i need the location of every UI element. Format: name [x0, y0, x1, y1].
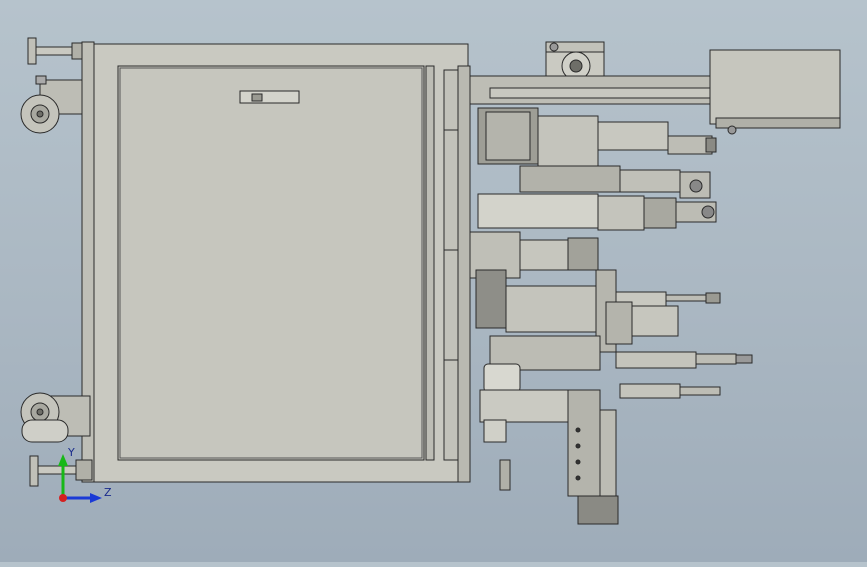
origin-point — [59, 494, 67, 502]
door-handle — [239, 90, 300, 104]
pneumatic-cylinder-mid — [605, 291, 721, 345]
cad-viewport[interactable]: Y Z — [0, 0, 867, 562]
cabinet-door-panel — [117, 65, 425, 461]
vertical-mounting-bracket — [567, 389, 619, 525]
z-axis-label: Z — [104, 486, 112, 499]
leveling-foot-top-left — [27, 37, 91, 65]
gearmotor-assembly — [477, 107, 717, 167]
electrical-enclosure — [709, 49, 841, 135]
z-axis-arrow — [63, 493, 102, 503]
pneumatic-cylinder-upper — [519, 165, 711, 199]
machine-assembly-drawing — [20, 37, 841, 525]
mid-mechanism — [469, 231, 617, 353]
y-axis-arrow — [58, 454, 68, 498]
pneumatic-cylinder-lower — [615, 351, 753, 399]
z-axis-arrowhead — [90, 493, 102, 503]
linear-guide-block — [477, 193, 717, 231]
y-axis-arrowhead — [58, 454, 68, 466]
coordinate-axis-triad: Y Z — [58, 446, 112, 503]
caster-wheel-bottom-left — [20, 392, 91, 443]
caster-wheel-top-left — [20, 75, 91, 134]
y-axis-label: Y — [67, 446, 75, 459]
main-cabinet — [93, 43, 471, 483]
